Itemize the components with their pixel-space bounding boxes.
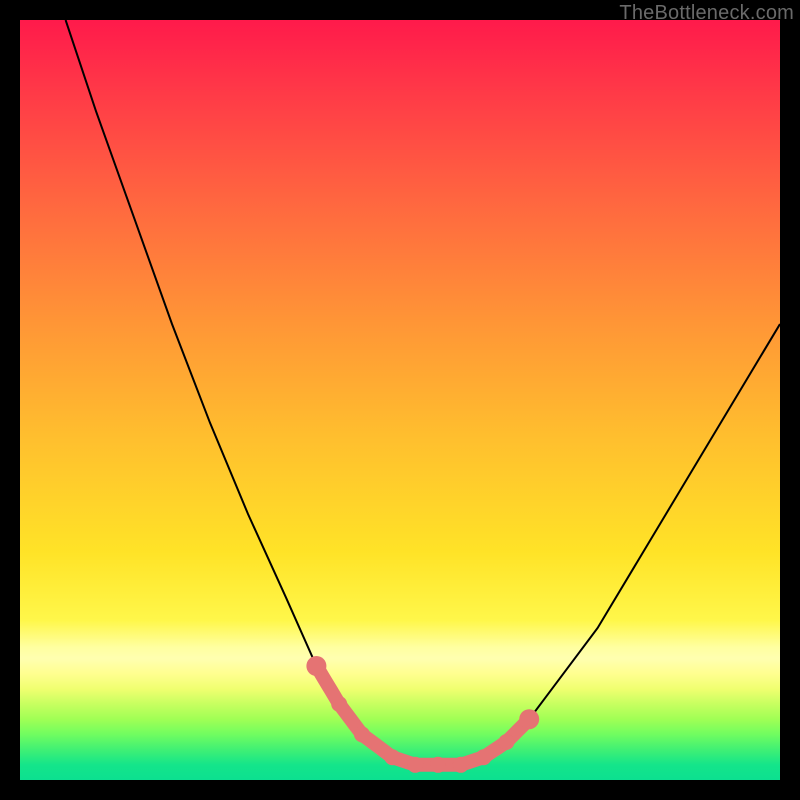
marker-dot [430,757,446,773]
marker-dot [453,757,469,773]
marker-dot [519,709,539,729]
marker-dot [498,734,514,750]
marker-segment [316,666,529,765]
bottleneck-curve [20,20,780,780]
marker-dot [331,696,347,712]
plot-area [20,20,780,780]
marker-dot [306,656,326,676]
marker-dot [407,757,423,773]
marker-dot [384,749,400,765]
chart-stage: TheBottleneck.com [0,0,800,800]
curve-line [66,20,780,765]
marker-dot [354,726,370,742]
marker-dot [476,749,492,765]
curve-markers [306,656,539,773]
